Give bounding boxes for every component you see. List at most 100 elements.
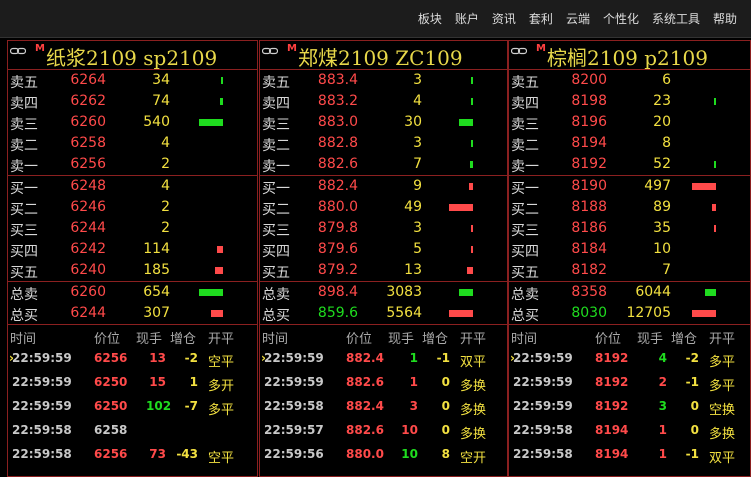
link-icon[interactable] [511, 46, 527, 56]
menu-item-news[interactable]: 资讯 [492, 11, 516, 27]
order-book-row[interactable]: 卖四 6262 74 [8, 91, 257, 112]
trade-header-cell: 现手 [136, 332, 163, 347]
trade-qty: 15 [149, 375, 166, 389]
order-book-row[interactable]: 总卖 898.4 3083 [260, 282, 507, 303]
order-book-row[interactable]: 买四 879.6 5 [260, 239, 507, 260]
order-book-row[interactable]: 买四 8184 10 [509, 239, 750, 260]
order-book-row[interactable]: 买一 8190 497 [509, 176, 750, 197]
level-label: 卖一 [262, 159, 290, 175]
order-book-row[interactable]: 卖五 6264 34 [8, 70, 257, 91]
order-book-row[interactable]: 总买 6244 307 [8, 303, 257, 324]
volume-bar [467, 267, 473, 274]
level-label: 总卖 [10, 287, 38, 303]
order-book-row[interactable]: 总卖 8358 6044 [509, 282, 750, 303]
menu-item-personalize[interactable]: 个性化 [603, 11, 639, 27]
trade-open-interest-change: -7 [184, 399, 198, 413]
menu-item-account[interactable]: 账户 [455, 11, 479, 27]
order-book-row[interactable]: 卖四 8198 23 [509, 91, 750, 112]
order-book-row[interactable]: 买三 8186 35 [509, 218, 750, 239]
order-book-row[interactable]: 买五 6240 185 [8, 260, 257, 281]
level-price: 8184 [571, 241, 607, 257]
order-book-row[interactable]: 卖二 6258 4 [8, 133, 257, 154]
order-book-row[interactable]: 卖一 6256 2 [8, 154, 257, 175]
order-book-row[interactable]: 买三 879.8 3 [260, 218, 507, 239]
order-book-row[interactable]: 买五 8182 7 [509, 260, 750, 281]
trade-type: 多换 [460, 403, 487, 418]
level-volume: 6044 [635, 284, 671, 300]
order-book-row[interactable]: 卖五 8200 6 [509, 70, 750, 91]
menu-item-cloud[interactable]: 云端 [566, 11, 590, 27]
order-book-row[interactable]: 卖二 882.8 3 [260, 133, 507, 154]
menu-item-system-tools[interactable]: 系统工具 [652, 11, 700, 27]
order-book-row[interactable]: 总买 859.6 5564 [260, 303, 507, 324]
trade-row[interactable]: › 22:59:59 882.4 1 -1 双平 [260, 346, 507, 370]
menu-item-sector[interactable]: 板块 [418, 11, 442, 27]
contract-title[interactable]: 纸浆2109 sp2109 [46, 42, 217, 71]
trade-type: 双平 [460, 355, 487, 370]
order-book-row[interactable]: 卖五 883.4 3 [260, 70, 507, 91]
quote-panel-2[interactable]: M 棕榈2109 p2109 卖五 8200 6 卖四 8198 23 卖三 8196 20 卖二 81… [508, 40, 751, 477]
trade-row[interactable]: 22:59:59 6250 15 1 多开 [8, 370, 257, 394]
main-menu: 板块 账户 资讯 套利 云端 个性化 系统工具 帮助 [405, 11, 737, 27]
trade-row[interactable]: 22:59:56 880.0 10 8 空开 [260, 442, 507, 466]
volume-bar [221, 77, 223, 84]
order-book-row[interactable]: 卖一 882.6 7 [260, 154, 507, 175]
trade-price: 6250 [94, 399, 128, 413]
trade-row[interactable]: 22:59:58 6256 73 -43 空平 [8, 442, 257, 466]
level-volume: 3 [413, 135, 422, 151]
order-book-row[interactable]: 买一 6248 4 [8, 176, 257, 197]
trade-row[interactable]: 22:59:59 8192 3 0 空换 [509, 394, 750, 418]
quote-panel-0[interactable]: M 纸浆2109 sp2109 卖五 6264 34 卖四 6262 74 卖三 6260 540 卖… [7, 40, 258, 477]
trade-row[interactable]: 22:59:59 8192 2 -1 多平 [509, 370, 750, 394]
trade-row[interactable]: 22:59:58 8194 1 0 多换 [509, 418, 750, 442]
level-volume: 3 [413, 72, 422, 88]
order-book-row[interactable]: 卖三 6260 540 [8, 112, 257, 133]
link-icon[interactable] [10, 46, 26, 56]
level-price: 8186 [571, 220, 607, 236]
trade-row[interactable]: 22:59:59 882.6 1 0 多换 [260, 370, 507, 394]
level-label: 总卖 [511, 287, 539, 303]
level-price: 6244 [70, 220, 106, 236]
order-book-row[interactable]: 卖二 8194 8 [509, 133, 750, 154]
trade-qty: 3 [658, 399, 667, 413]
order-book-row[interactable]: 买四 6242 114 [8, 239, 257, 260]
trade-price: 6258 [94, 423, 128, 437]
trade-row[interactable]: 22:59:58 6258 [8, 418, 257, 442]
menu-item-help[interactable]: 帮助 [713, 11, 737, 27]
trade-time: 22:59:57 [264, 423, 324, 437]
order-book-row[interactable]: 卖三 883.0 30 [260, 112, 507, 133]
level-label: 卖三 [10, 117, 38, 133]
order-book-row[interactable]: 买二 8188 89 [509, 197, 750, 218]
trade-open-interest-change: 8 [441, 447, 450, 461]
trade-row[interactable]: 22:59:57 882.6 10 0 多换 [260, 418, 507, 442]
order-book-row[interactable]: 卖一 8192 52 [509, 154, 750, 175]
order-book-row[interactable]: 买二 880.0 49 [260, 197, 507, 218]
order-book-row[interactable]: 卖四 883.2 4 [260, 91, 507, 112]
trade-row[interactable]: 22:59:58 8194 1 -1 双平 [509, 442, 750, 466]
order-book-row[interactable]: 买五 879.2 13 [260, 260, 507, 281]
order-book-row[interactable]: 卖三 8196 20 [509, 112, 750, 133]
trade-row[interactable]: › 22:59:59 8192 4 -2 多平 [509, 346, 750, 370]
link-icon[interactable] [262, 46, 278, 56]
order-book-row[interactable]: 总买 8030 12705 [509, 303, 750, 324]
volume-bar [471, 140, 473, 147]
trade-row[interactable]: 22:59:58 882.4 3 0 多换 [260, 394, 507, 418]
totals: 总卖 6260 654 总买 6244 307 [8, 281, 257, 324]
contract-title[interactable]: 棕榈2109 p2109 [547, 42, 708, 71]
level-volume: 35 [653, 220, 671, 236]
trade-row[interactable]: 22:59:59 6250 102 -7 多平 [8, 394, 257, 418]
order-book-row[interactable]: 总卖 6260 654 [8, 282, 257, 303]
trade-row[interactable]: › 22:59:59 6256 13 -2 空平 [8, 346, 257, 370]
volume-bar [714, 98, 716, 105]
contract-title[interactable]: 郑煤2109 ZC109 [298, 42, 463, 71]
order-book-row[interactable]: 买三 6244 2 [8, 218, 257, 239]
volume-bar [459, 289, 473, 296]
totals: 总卖 898.4 3083 总买 859.6 5564 [260, 281, 507, 324]
level-price: 6258 [70, 135, 106, 151]
quote-panel-1[interactable]: M 郑煤2109 ZC109 卖五 883.4 3 卖四 883.2 4 卖三 883.0 30 卖二… [259, 40, 508, 477]
order-book-row[interactable]: 买二 6246 2 [8, 197, 257, 218]
trade-qty: 10 [401, 447, 418, 461]
menu-item-arbitrage[interactable]: 套利 [529, 11, 553, 27]
trade-price: 6256 [94, 447, 128, 461]
order-book-row[interactable]: 买一 882.4 9 [260, 176, 507, 197]
